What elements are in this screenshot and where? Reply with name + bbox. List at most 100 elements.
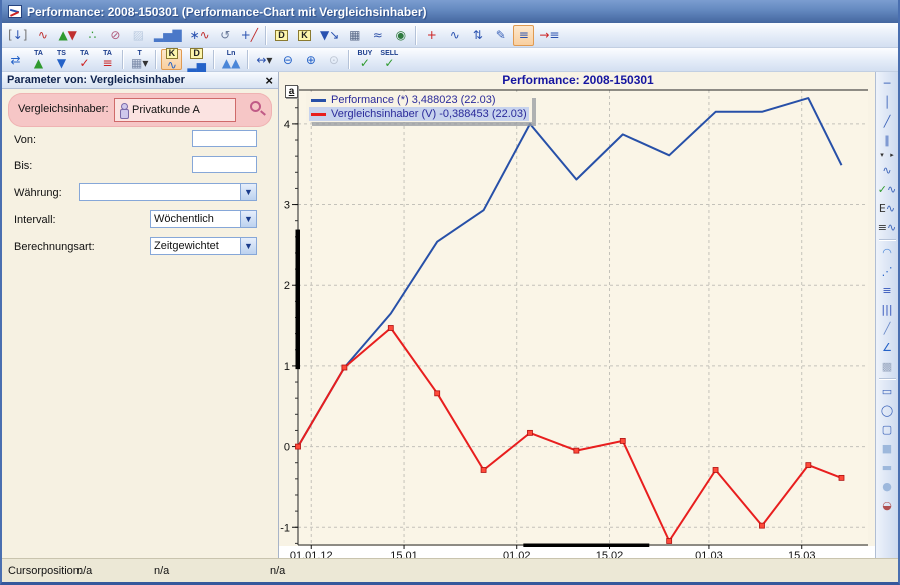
berechnungsart-select[interactable]: Zeitgewichtet ▼ bbox=[150, 237, 257, 255]
expand-mini-icon[interactable]: ▸ bbox=[887, 150, 897, 160]
data-marker-vergleichsinhaber[interactable] bbox=[713, 467, 718, 472]
data-marker-vergleichsinhaber[interactable] bbox=[759, 523, 764, 528]
intervall-select[interactable]: Wöchentlich ▼ bbox=[150, 210, 257, 228]
strike-lines-icon[interactable]: ≈ bbox=[367, 25, 388, 46]
y-zoom-range-bar[interactable] bbox=[296, 230, 301, 370]
chevron-down-icon[interactable]: ▼ bbox=[240, 238, 256, 254]
waehrung-select[interactable]: ▼ bbox=[79, 183, 257, 201]
t-interval-icon[interactable]: T▦▾ bbox=[128, 49, 151, 70]
pie3d-icon[interactable]: ◒ bbox=[878, 496, 897, 514]
scatter-points-icon[interactable]: ∴ bbox=[82, 25, 103, 46]
d-bar-chart-icon[interactable]: D▂▅ bbox=[184, 49, 208, 70]
trend-icon[interactable]: ∿ bbox=[878, 161, 897, 179]
trend-eq-icon-glyph: ≡ bbox=[878, 222, 887, 233]
rect-icon[interactable]: ▭ bbox=[878, 382, 897, 400]
bar-chart-icon[interactable]: ▂▅▇ bbox=[151, 25, 185, 46]
cycle-lines-icon[interactable]: ||| bbox=[878, 300, 897, 318]
ta-run-icon[interactable]: TA▲ bbox=[28, 49, 49, 70]
filled-roundrect-icon[interactable]: ▬ bbox=[878, 458, 897, 476]
no-draw-icon[interactable]: ⊘ bbox=[105, 25, 126, 46]
trend-check-icon[interactable]: ✓∿ bbox=[878, 180, 897, 198]
zigzag-icon[interactable]: ∿ bbox=[444, 25, 465, 46]
width-dropdown-icon[interactable]: ↔▾ bbox=[253, 49, 275, 70]
vline-icon[interactable]: │ bbox=[878, 93, 897, 111]
grid-icon[interactable]: ▦ bbox=[344, 25, 365, 46]
trend-eq-icon[interactable]: ≡∿ bbox=[878, 218, 897, 236]
data-marker-vergleichsinhaber[interactable] bbox=[388, 325, 393, 330]
search-icon[interactable] bbox=[250, 101, 261, 112]
sell-flag-icon[interactable]: SELL✓ bbox=[377, 49, 401, 70]
hatch-pattern-icon[interactable]: ▩ bbox=[878, 357, 897, 375]
fan-lines-icon[interactable]: ⋰ bbox=[878, 262, 897, 280]
axis-style-button[interactable]: a bbox=[285, 85, 298, 98]
sort-triangles-icon[interactable]: ▼↘ bbox=[317, 25, 342, 46]
ln-scale-icon-glyph: ▲ bbox=[231, 57, 240, 69]
zoom-in-icon[interactable]: ⊕ bbox=[300, 49, 321, 70]
zoom-sel-icon[interactable]: ⊙ bbox=[323, 49, 344, 70]
draw-line-icon[interactable]: ✎ bbox=[490, 25, 511, 46]
buy-sell-circle-icon[interactable]: ◉ bbox=[390, 25, 411, 46]
data-marker-vergleichsinhaber[interactable] bbox=[527, 430, 532, 435]
performance-line-icon[interactable]: ∿ bbox=[32, 25, 53, 46]
no-draw-icon-glyph: ⊘ bbox=[110, 29, 120, 41]
data-marker-vergleichsinhaber[interactable] bbox=[667, 538, 672, 543]
data-marker-vergleichsinhaber[interactable] bbox=[574, 448, 579, 453]
refresh-icon[interactable]: ⇄ bbox=[5, 49, 26, 70]
trend-check-icon-glyph: ✓ bbox=[878, 184, 887, 195]
toolbar-row-1: [↓]∿▲▼∴⊘▨▂▅▇∗∿↺+╱DK▼↘▦≈◉+∿⇅✎≡→≡ bbox=[2, 23, 898, 48]
k-line-chart-icon[interactable]: K∿ bbox=[161, 49, 182, 70]
legend-item-vergleichsinhaber[interactable]: Vergleichsinhaber (V) -0,388453 (22.03) bbox=[309, 107, 529, 121]
day-axis-icon[interactable]: D bbox=[271, 25, 292, 46]
chevron-down-icon[interactable]: ▼ bbox=[240, 184, 256, 200]
ellipse-icon[interactable]: ◯ bbox=[878, 401, 897, 419]
paste-series-icon-glyph: ↓ bbox=[13, 29, 23, 41]
bis-input[interactable] bbox=[192, 156, 257, 173]
roundrect-icon[interactable]: ▢ bbox=[878, 420, 897, 438]
close-icon[interactable]: × bbox=[265, 74, 273, 87]
data-marker-vergleichsinhaber[interactable] bbox=[296, 444, 301, 449]
ln-scale-icon[interactable]: Ln▲▲ bbox=[219, 49, 243, 70]
x-zoom-range-bar[interactable] bbox=[523, 544, 649, 548]
snapshot-line-icon[interactable]: ∗∿ bbox=[187, 25, 213, 46]
channel-icon[interactable]: ∥ bbox=[878, 131, 897, 149]
speed-lines-icon[interactable]: ∠ bbox=[878, 338, 897, 356]
shift-scale-icon[interactable]: ⇅ bbox=[467, 25, 488, 46]
add-line-icon[interactable]: +╱ bbox=[238, 25, 261, 46]
retracement-icon[interactable]: ≡ bbox=[878, 281, 897, 299]
collapse-mini-icon[interactable]: ▾ bbox=[877, 150, 887, 160]
fan-lines-icon-glyph: ⋰ bbox=[882, 266, 893, 277]
trend-e-icon[interactable]: E∿ bbox=[878, 199, 897, 217]
filled-rect-icon[interactable]: ■ bbox=[878, 439, 897, 457]
legend-icon[interactable]: ≡ bbox=[513, 25, 534, 46]
chevron-down-icon[interactable]: ▼ bbox=[240, 211, 256, 227]
data-marker-vergleichsinhaber[interactable] bbox=[342, 365, 347, 370]
trendline2-icon[interactable]: ╱ bbox=[878, 319, 897, 337]
ts-icon[interactable]: TS▼ bbox=[51, 49, 72, 70]
paste-series-icon[interactable]: [↓] bbox=[5, 25, 30, 46]
von-label: Von: bbox=[14, 134, 36, 146]
gann-arc-icon[interactable]: ◠ bbox=[878, 243, 897, 261]
segment-icon[interactable]: ╱ bbox=[878, 112, 897, 130]
hline-icon[interactable]: ─ bbox=[878, 74, 897, 92]
candle-axis-icon[interactable]: K bbox=[294, 25, 315, 46]
filled-ellipse-icon[interactable]: ● bbox=[878, 477, 897, 495]
cursorposition-value: n/a bbox=[270, 565, 285, 577]
data-marker-vergleichsinhaber[interactable] bbox=[435, 391, 440, 396]
legend-item-performance[interactable]: Performance (*) 3,488023 (22.03) bbox=[309, 93, 529, 107]
data-marker-vergleichsinhaber[interactable] bbox=[481, 467, 486, 472]
value-table-icon[interactable]: →≡ bbox=[536, 25, 562, 46]
crosshair-icon[interactable]: + bbox=[421, 25, 442, 46]
data-marker-vergleichsinhaber[interactable] bbox=[839, 475, 844, 480]
ta-check-icon[interactable]: TA✓ bbox=[74, 49, 95, 70]
data-marker-vergleichsinhaber[interactable] bbox=[806, 463, 811, 468]
undo-chart-icon[interactable]: ↺ bbox=[215, 25, 236, 46]
data-marker-vergleichsinhaber[interactable] bbox=[620, 438, 625, 443]
zoom-out-icon[interactable]: ⊖ bbox=[277, 49, 298, 70]
vergleichsinhaber-value-box[interactable]: Privatkunde A bbox=[114, 98, 236, 122]
buy-flag-icon[interactable]: BUY✓ bbox=[354, 49, 375, 70]
von-input[interactable] bbox=[192, 130, 257, 147]
high-low-chart-icon[interactable]: ▲▼ bbox=[55, 25, 79, 46]
area-chart-icon[interactable]: ▨ bbox=[128, 25, 149, 46]
ta-table-icon[interactable]: TA≡ bbox=[97, 49, 118, 70]
width-dropdown-icon-glyph: ▾ bbox=[266, 54, 272, 66]
